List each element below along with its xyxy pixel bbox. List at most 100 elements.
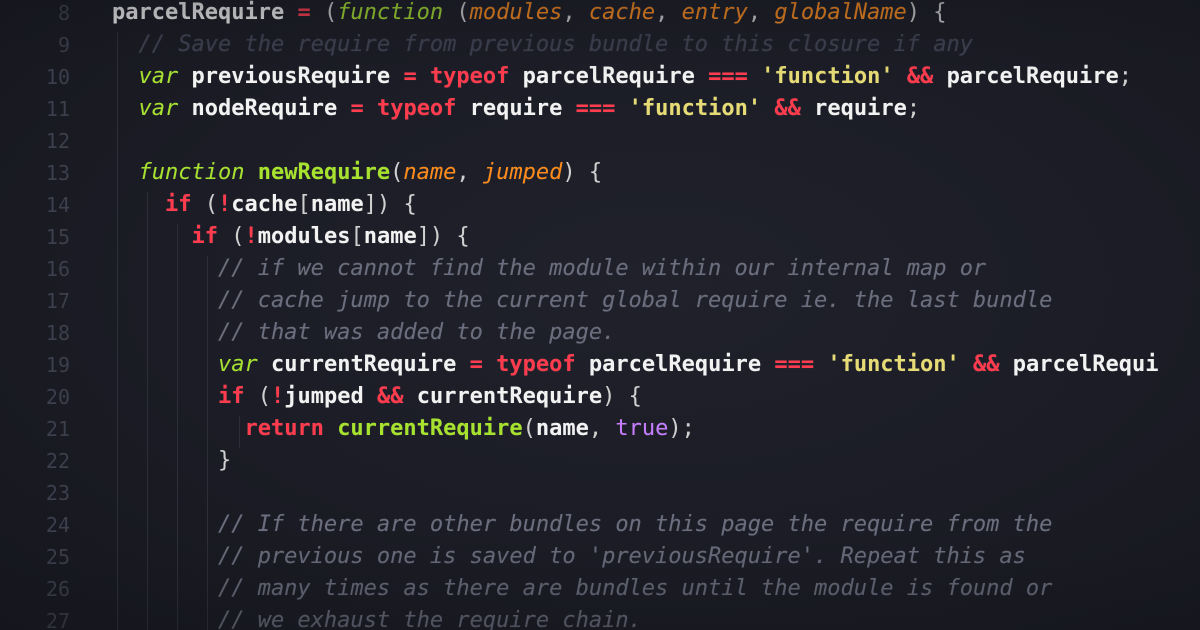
code-token: // that was added to the page. (112, 320, 616, 345)
code-text[interactable]: var currentRequire = typeof parcelRequir… (112, 349, 1159, 381)
code-token: && (906, 64, 934, 89)
line-number: 17 (45, 289, 70, 313)
code-token: require (814, 96, 907, 121)
code-line[interactable]: 27 // we exhaust the require chain. (0, 605, 1200, 630)
code-text[interactable]: // Save the require from previous bundle… (112, 29, 972, 61)
code-token: jumped (284, 384, 364, 409)
code-text[interactable]: // we exhaust the require chain. (112, 605, 642, 630)
code-token: parcelRequi (1012, 352, 1159, 377)
code-line[interactable]: 20 if (!jumped && currentRequire) { (0, 381, 1200, 413)
code-token: require (469, 96, 563, 121)
code-token: entry (681, 0, 748, 25)
code-text[interactable]: // If there are other bundles on this pa… (112, 509, 1052, 541)
code-line[interactable]: 13 function newRequire(name, jumped) { (0, 157, 1200, 189)
code-line[interactable]: 21 return currentRequire(name, true); (0, 413, 1200, 445)
code-token: currentRequire (416, 384, 603, 409)
code-line[interactable]: 24 // If there are other bundles on this… (0, 509, 1200, 541)
code-text[interactable]: // that was added to the page. (112, 317, 615, 349)
code-line[interactable]: 17 // cache jump to the current global r… (0, 285, 1200, 317)
code-token: ) { (562, 160, 603, 185)
code-token: ! (244, 224, 258, 249)
code-token: ( (217, 224, 245, 249)
code-text[interactable]: if (!modules[name]) { (112, 221, 469, 253)
code-token: // cache jump to the current global requ… (112, 288, 1053, 313)
code-line[interactable]: 23 (0, 477, 1200, 509)
code-token: === (575, 96, 616, 121)
line-number: 19 (45, 353, 70, 377)
code-token: return (244, 416, 324, 441)
code-text[interactable]: var previousRequire = typeof parcelRequi… (112, 61, 1133, 93)
code-text[interactable]: if (!jumped && currentRequire) { (112, 381, 642, 413)
code-token: = (469, 352, 483, 377)
code-token: // If there are other bundles on this pa… (112, 512, 1053, 537)
code-line[interactable]: 18 // that was added to the page. (0, 317, 1200, 349)
code-token: [ (350, 224, 364, 249)
code-text[interactable]: return currentRequire(name, true); (112, 413, 694, 445)
code-line[interactable]: 11 var nodeRequire = typeof require === … (0, 93, 1200, 125)
code-token: previousRequire (191, 64, 391, 89)
code-token: ( (456, 0, 470, 25)
code-token: [ (297, 192, 311, 217)
code-line[interactable]: 10 var previousRequire = typeof parcelRe… (0, 61, 1200, 93)
code-token: true (615, 416, 669, 441)
code-token: currentRequire (270, 352, 457, 377)
line-number: 16 (45, 257, 70, 281)
code-text[interactable]: parcelRequire = (function (modules, cach… (112, 0, 947, 29)
code-token: cache (231, 192, 298, 217)
code-token: var (138, 64, 179, 89)
code-token: , (747, 0, 775, 25)
code-line[interactable]: 8 parcelRequire = (function (modules, cac… (0, 0, 1200, 29)
code-token: if (191, 224, 218, 249)
code-token: name (535, 416, 589, 441)
code-text[interactable]: function newRequire(name, jumped) { (112, 157, 603, 189)
line-number: 9 (57, 33, 70, 57)
code-line[interactable]: 26 // many times as there are bundles un… (0, 573, 1200, 605)
code-token: = (403, 64, 417, 89)
code-editor[interactable]: 8 parcelRequire = (function (modules, cac… (0, 0, 1200, 630)
code-line[interactable]: 9 // Save the require from previous bund… (0, 29, 1200, 61)
code-line[interactable]: 22 } (0, 445, 1200, 477)
line-number: 10 (45, 65, 70, 89)
code-token: name (310, 192, 364, 217)
line-number: 22 (45, 449, 70, 473)
line-number: 21 (45, 417, 70, 441)
code-line[interactable]: 16 // if we cannot find the module withi… (0, 253, 1200, 285)
code-token: = (350, 96, 364, 121)
code-text[interactable]: // many times as there are bundles until… (112, 573, 1052, 605)
code-line[interactable]: 25 // previous one is saved to 'previous… (0, 541, 1200, 573)
code-line[interactable]: 15 if (!modules[name]) { (0, 221, 1200, 253)
code-text[interactable]: } (112, 445, 231, 477)
line-number: 23 (45, 481, 70, 505)
code-line[interactable]: 19 var currentRequire = typeof parcelReq… (0, 349, 1200, 381)
code-token: parcelRequire (946, 64, 1119, 89)
code-text[interactable]: // cache jump to the current global requ… (112, 285, 1052, 317)
code-text[interactable]: // if we cannot find the module within o… (112, 253, 986, 285)
code-text[interactable]: if (!cache[name]) { (112, 189, 417, 221)
code-text[interactable]: // previous one is saved to 'previousReq… (112, 541, 1026, 573)
line-number: 27 (45, 609, 70, 630)
code-line[interactable]: 12 (0, 125, 1200, 157)
code-line[interactable]: 14 if (!cache[name]) { (0, 189, 1200, 221)
code-token: === (708, 64, 748, 89)
code-token: typeof (376, 96, 457, 121)
code-text[interactable]: var nodeRequire = typeof require === 'fu… (112, 93, 921, 125)
